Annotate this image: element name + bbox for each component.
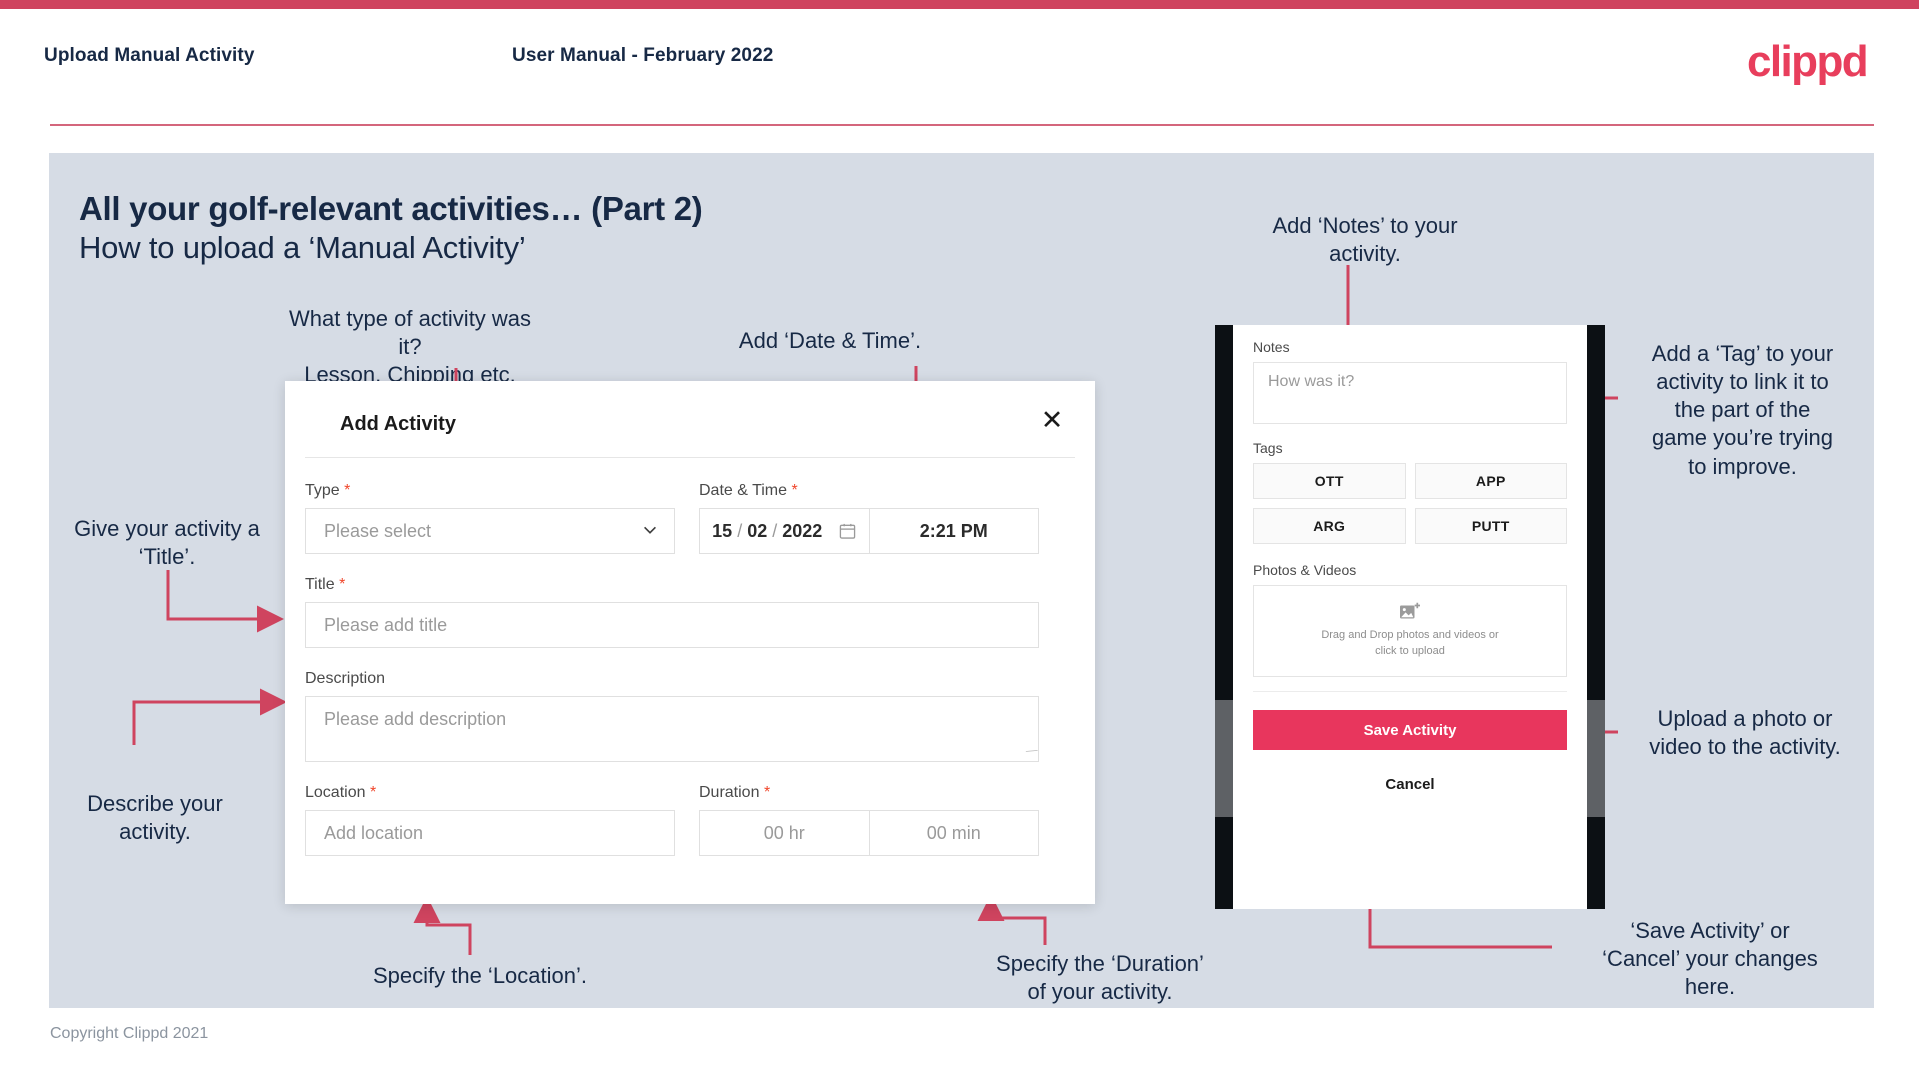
dialog-form: Type * Please select Date & Time * 15 / … xyxy=(305,458,1075,856)
time-field[interactable]: 2:21 PM xyxy=(868,509,1039,553)
slide-title: All your golf-relevant activities… (Part… xyxy=(79,190,703,227)
clippd-logo: clippd xyxy=(1747,37,1869,86)
type-required-star: * xyxy=(344,482,351,499)
datetime-label-text: Date & Time xyxy=(699,482,788,499)
phone-bezel-left xyxy=(1215,325,1233,909)
description-label: Description xyxy=(305,670,1039,688)
chevron-down-icon[interactable] xyxy=(641,521,659,539)
add-activity-dialog: Add Activity ✕ Type * Please select Date… xyxy=(285,381,1095,904)
callout-location: Specify the ‘Location’. xyxy=(372,963,588,988)
phone-screen: Notes How was it? Tags OTT APP ARG PUTT … xyxy=(1233,325,1587,909)
photo-dropzone[interactable]: Drag and Drop photos and videos or click… xyxy=(1253,585,1567,677)
title-placeholder: Please add title xyxy=(324,614,448,635)
date-day[interactable]: 15 xyxy=(712,521,732,542)
header-left-title: Upload Manual Activity xyxy=(44,45,255,66)
save-activity-button[interactable]: Save Activity xyxy=(1253,710,1567,750)
callout-description: Describe your activity. xyxy=(87,791,223,845)
type-label-text: Type xyxy=(305,482,340,499)
duration-label-text: Duration xyxy=(699,784,760,801)
phone-side-button-right xyxy=(1587,700,1605,817)
description-label-text: Description xyxy=(305,670,386,687)
tag-button-putt[interactable]: PUTT xyxy=(1414,508,1567,544)
calendar-icon[interactable] xyxy=(839,522,856,540)
photos-label: Photos & Videos xyxy=(1253,562,1357,578)
callout-notes: Add ‘Notes’ to your activity. xyxy=(1272,213,1458,267)
dialog-title: Add Activity xyxy=(340,413,456,435)
location-label-text: Location xyxy=(305,784,366,801)
dropzone-text: Drag and Drop photos and videos or click… xyxy=(1321,628,1498,660)
date-field[interactable]: 15 / 02 / 2022 xyxy=(700,509,869,553)
cancel-button[interactable]: Cancel xyxy=(1253,776,1567,793)
header-center-title: User Manual - February 2022 xyxy=(512,45,774,66)
location-placeholder: Add location xyxy=(324,822,424,843)
description-textarea[interactable]: Please add description ⟋ xyxy=(305,696,1039,762)
type-select-wrapper[interactable]: Please select xyxy=(305,508,675,554)
duration-group: 00 hr 00 min xyxy=(699,810,1039,856)
duration-required-star: * xyxy=(763,784,771,801)
title-label: Title * xyxy=(305,576,1039,594)
tags-label: Tags xyxy=(1253,440,1283,456)
phone-mockup: Notes How was it? Tags OTT APP ARG PUTT … xyxy=(1215,325,1605,909)
callout-duration: Specify the ‘Duration’ of your activity. xyxy=(996,951,1204,1005)
notes-label: Notes xyxy=(1253,339,1290,355)
callout-photos: Upload a photo or video to the activity. xyxy=(1649,706,1841,760)
close-icon[interactable]: ✕ xyxy=(1035,403,1069,437)
date-sep-2: / xyxy=(772,520,778,541)
copyright-text: Copyright Clippd 2021 xyxy=(50,1025,209,1042)
duration-label: Duration * xyxy=(699,784,1039,802)
notes-placeholder: How was it? xyxy=(1268,373,1355,390)
date-month[interactable]: 02 xyxy=(747,521,767,542)
header-divider xyxy=(50,124,1874,126)
slide-page: Upload Manual Activity User Manual - Feb… xyxy=(0,0,1919,1079)
callout-title: Give your activity a ‘Title’. xyxy=(74,516,260,570)
type-placeholder: Please select xyxy=(324,520,432,541)
duration-hours-input[interactable]: 00 hr xyxy=(700,811,869,855)
date-sep-1: / xyxy=(737,520,743,541)
phone-side-button xyxy=(1215,700,1233,817)
dropzone-line-2: click to upload xyxy=(1375,645,1445,657)
tag-button-app[interactable]: APP xyxy=(1414,463,1567,499)
location-label: Location * xyxy=(305,784,675,802)
phone-bezel-right xyxy=(1587,325,1605,909)
top-accent-bar xyxy=(0,0,1919,9)
description-placeholder: Please add description xyxy=(324,709,507,729)
tags-grid: OTT APP ARG PUTT xyxy=(1253,463,1567,544)
callout-type: What type of activity was it? Lesson, Chi… xyxy=(288,306,532,388)
tag-button-ott[interactable]: OTT xyxy=(1253,463,1406,499)
callout-tags: Add a ‘Tag’ to your activity to link it t… xyxy=(1651,341,1834,479)
phone-divider xyxy=(1253,691,1567,692)
title-label-text: Title xyxy=(305,576,335,593)
title-input[interactable]: Please add title xyxy=(305,602,1039,648)
dropzone-line-1: Drag and Drop photos and videos or xyxy=(1321,629,1499,642)
type-select[interactable]: Please select xyxy=(305,508,675,554)
date-year[interactable]: 2022 xyxy=(782,521,822,542)
add-image-icon xyxy=(1400,602,1420,619)
location-required-star: * xyxy=(369,784,377,801)
tag-button-arg[interactable]: ARG xyxy=(1253,508,1406,544)
resize-handle-icon[interactable]: ⟋ xyxy=(1023,743,1039,760)
title-required-star: * xyxy=(339,576,346,593)
location-input[interactable]: Add location xyxy=(305,810,675,856)
callout-save: ‘Save Activity’ or ‘Cancel’ your changes h… xyxy=(1602,918,1818,1000)
datetime-label: Date & Time * xyxy=(699,482,1039,500)
callout-datetime: Add ‘Date & Time’. xyxy=(738,328,922,353)
notes-textarea[interactable]: How was it? xyxy=(1253,362,1567,424)
datetime-group: 15 / 02 / 2022 2:21 PM xyxy=(699,508,1039,554)
slide-subtitle: How to upload a ‘Manual Activity’ xyxy=(79,230,526,265)
duration-minutes-input[interactable]: 00 min xyxy=(868,811,1039,855)
datetime-required-star: * xyxy=(791,482,798,499)
type-label: Type * xyxy=(305,482,675,500)
